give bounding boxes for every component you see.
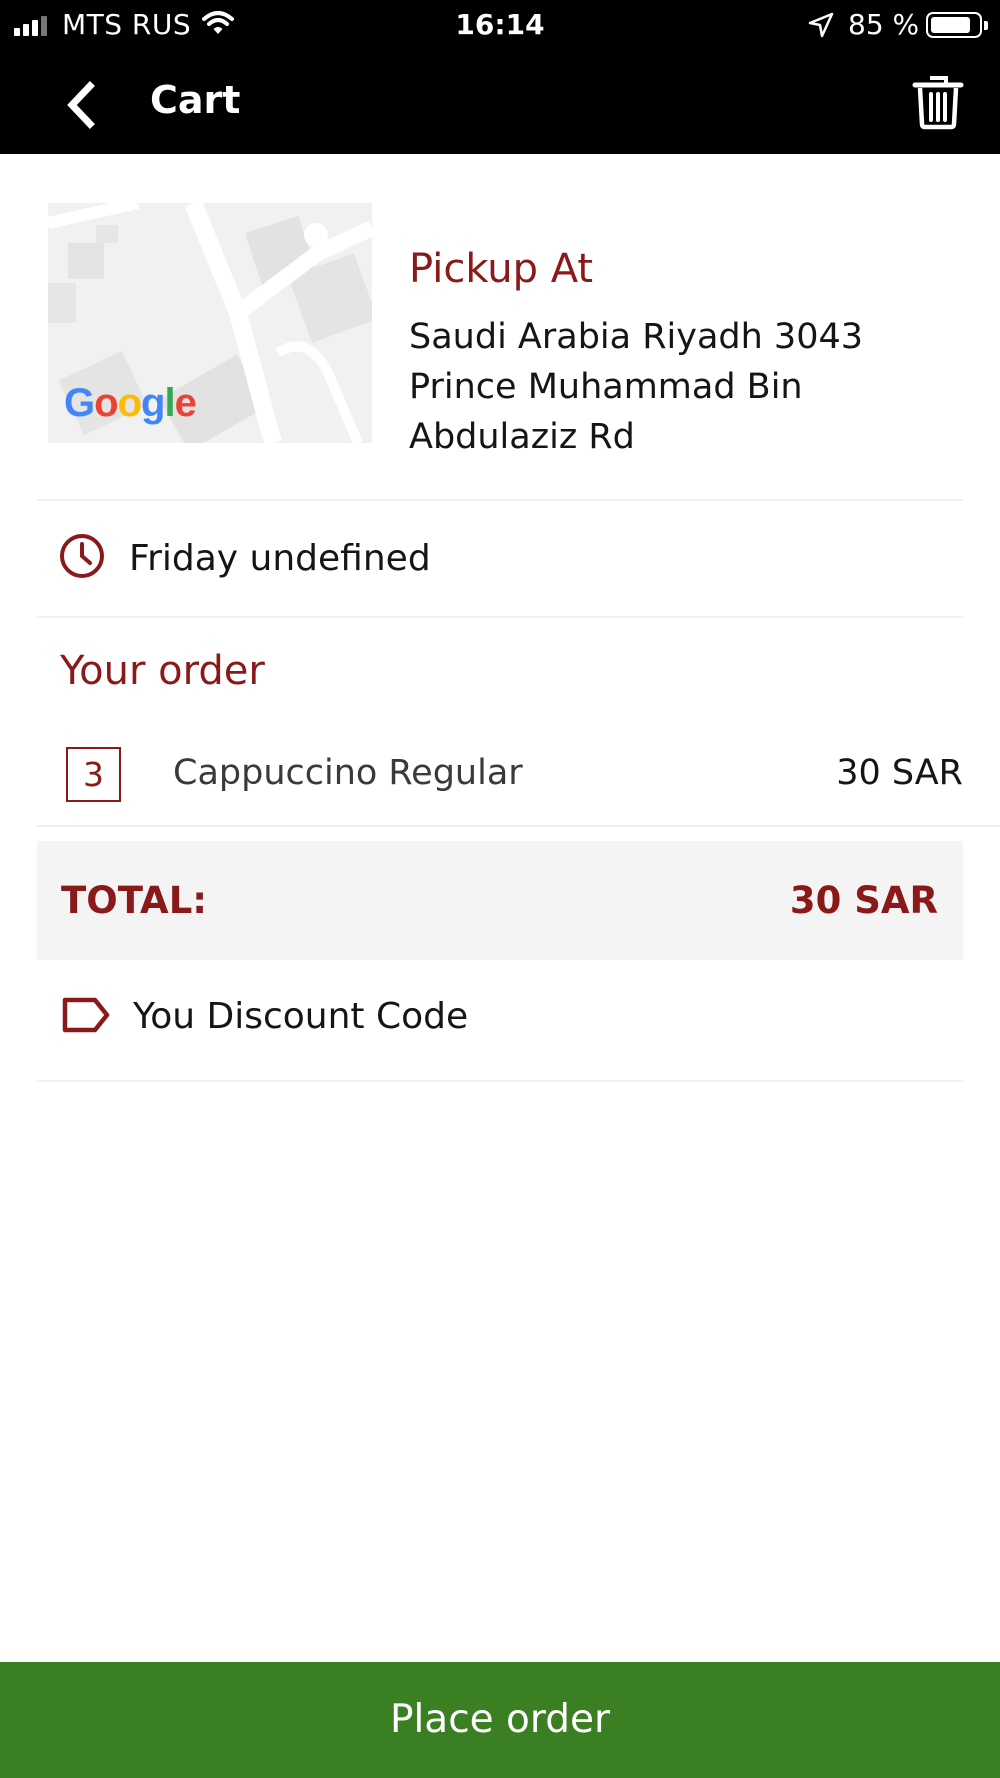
location-arrow-icon	[808, 12, 834, 38]
divider	[37, 1080, 963, 1082]
pickup-address: Saudi Arabia Riyadh 3043 Prince Muhammad…	[409, 317, 864, 457]
pickup-title: Pickup At	[409, 246, 594, 292]
total-row: TOTAL: 30 SAR	[37, 841, 963, 960]
item-name: Cappuccino Regular	[173, 753, 523, 793]
status-bar: MTS RUS 16:14 85 %	[0, 0, 1000, 50]
item-quantity[interactable]: 3	[66, 747, 121, 802]
battery-icon	[926, 12, 988, 38]
divider	[37, 616, 963, 618]
map-thumbnail[interactable]: Google	[48, 203, 372, 443]
item-price: 30 SAR	[836, 753, 963, 793]
order-item[interactable]: 3 Cappuccino Regular 30 SAR	[37, 735, 1000, 827]
chevron-left-icon[interactable]	[60, 80, 110, 130]
total-label: TOTAL:	[61, 879, 208, 922]
divider	[37, 825, 1000, 827]
nav-bar: Cart	[0, 50, 1000, 154]
discount-code-label: You Discount Code	[133, 996, 469, 1037]
total-value: 30 SAR	[789, 879, 938, 922]
divider	[37, 499, 963, 501]
place-order-button[interactable]: Place order	[0, 1662, 1000, 1778]
discount-code-row[interactable]: You Discount Code	[37, 962, 963, 1080]
trash-icon[interactable]	[912, 74, 964, 130]
pickup-time-label: Friday undefined	[129, 538, 431, 579]
pickup-time-row[interactable]: Friday undefined	[37, 502, 963, 616]
tag-icon	[62, 997, 110, 1033]
battery-percent: 85 %	[848, 8, 920, 41]
clock-icon	[60, 534, 104, 578]
google-logo: Google	[64, 381, 197, 425]
page-title: Cart	[150, 78, 241, 122]
order-heading: Your order	[60, 648, 265, 694]
